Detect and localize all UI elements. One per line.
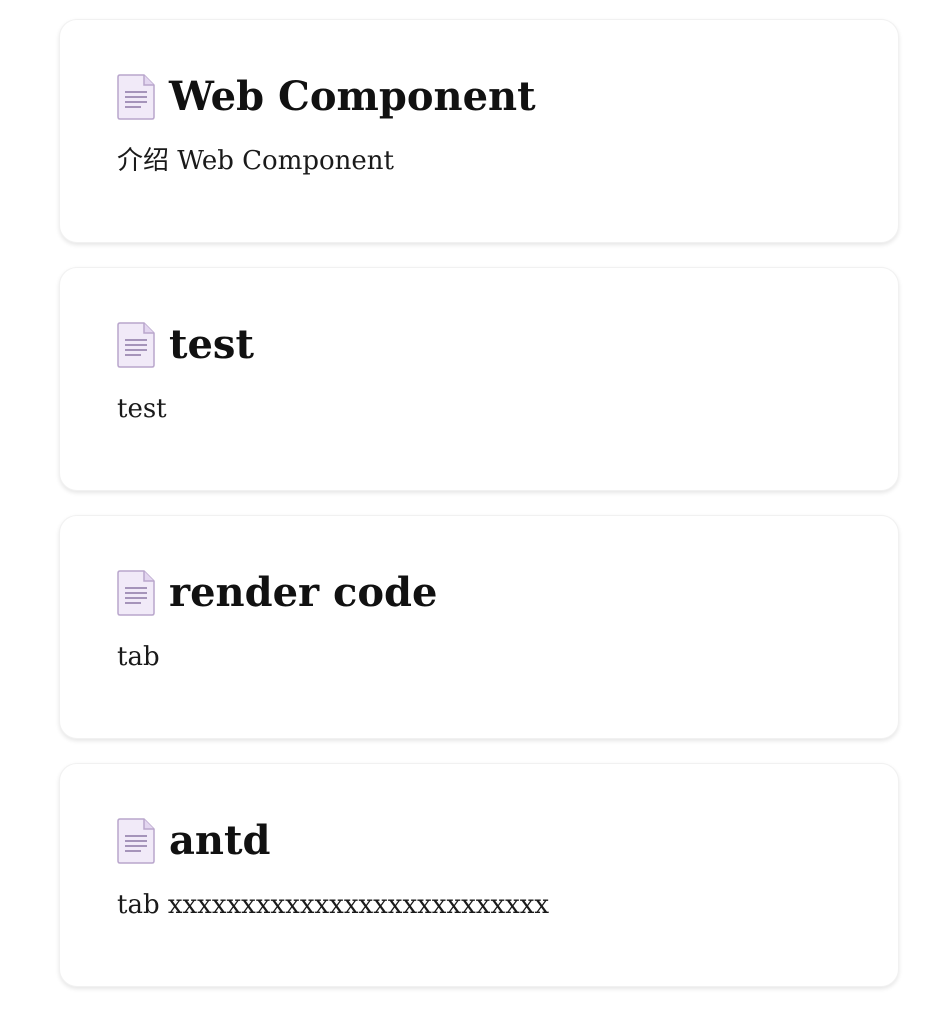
document-icon <box>117 818 155 864</box>
post-list: Web Component 介绍 Web Component test test <box>59 19 899 1011</box>
card-title[interactable]: test <box>169 320 254 370</box>
card-title-row: test <box>117 320 841 370</box>
post-card-antd[interactable]: antd tab xxxxxxxxxxxxxxxxxxxxxxxxxx <box>59 763 899 987</box>
card-title-row: Web Component <box>117 72 841 122</box>
card-title-row: render code <box>117 568 841 618</box>
card-title[interactable]: Web Component <box>169 72 536 122</box>
post-card-test[interactable]: test test <box>59 267 899 491</box>
document-icon <box>117 74 155 120</box>
document-icon <box>117 322 155 368</box>
card-description: 介绍 Web Component <box>117 146 394 176</box>
post-card-render-code[interactable]: render code tab <box>59 515 899 739</box>
post-card-web-component[interactable]: Web Component 介绍 Web Component <box>59 19 899 243</box>
card-description: test <box>117 394 167 424</box>
card-description: tab <box>117 642 160 672</box>
card-title-row: antd <box>117 816 841 866</box>
card-title[interactable]: render code <box>169 568 437 618</box>
document-icon <box>117 570 155 616</box>
card-title[interactable]: antd <box>169 816 270 866</box>
card-description: tab xxxxxxxxxxxxxxxxxxxxxxxxxx <box>117 890 550 920</box>
